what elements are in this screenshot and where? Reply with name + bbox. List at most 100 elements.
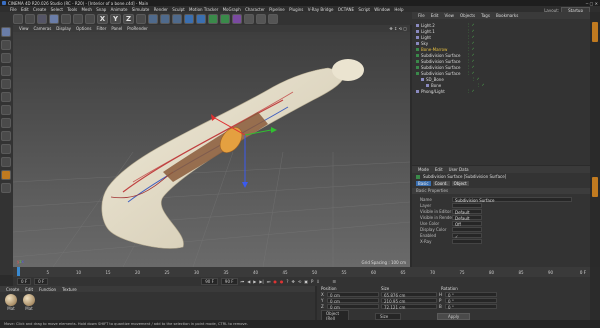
end-frame-field[interactable]: 90 F [201, 278, 218, 285]
next-key-icon[interactable]: ▶| [259, 279, 263, 284]
attribute-field-value[interactable]: ✓ [452, 232, 482, 239]
viewport-menu-item[interactable]: ProRender [127, 26, 148, 31]
coordinate-system-icon[interactable] [136, 13, 146, 24]
attribute-field-value[interactable]: Default [452, 208, 482, 215]
quantize-icon[interactable] [1, 157, 11, 167]
coords-position-field[interactable]: 0 cm [327, 291, 379, 298]
rotation-key-icon[interactable]: ⟲ [298, 279, 301, 284]
viewport-menu-item[interactable]: Filter [96, 26, 106, 31]
model-mode-icon[interactable] [1, 40, 11, 50]
material-menu-item[interactable]: Texture [62, 287, 77, 292]
menu-item[interactable]: Edit [21, 7, 29, 12]
menu-item[interactable]: MoGraph [223, 7, 241, 12]
apply-button[interactable]: Apply [437, 312, 471, 320]
object-manager-tab[interactable]: Tags [481, 13, 490, 18]
current-frame-field[interactable]: 0 F [34, 278, 49, 285]
visibility-dots-icon[interactable]: ⋮ ✓ [467, 35, 475, 39]
attribute-tab[interactable]: User Data [449, 167, 469, 172]
redo-icon[interactable] [25, 13, 35, 24]
attribute-subtab[interactable]: Basic [416, 180, 431, 186]
coords-position-field[interactable]: 0 cm [327, 297, 379, 304]
menu-item[interactable]: Animate [111, 7, 128, 12]
visibility-dots-icon[interactable]: ⋮ ✓ [472, 77, 480, 81]
playhead[interactable] [17, 267, 20, 276]
attribute-field-value[interactable] [452, 202, 482, 208]
cube-icon[interactable] [184, 13, 194, 24]
menu-item[interactable]: OCTANE [338, 7, 354, 12]
snap-icon[interactable] [1, 144, 11, 154]
viewport[interactable]: View Cameras Display Options Filter Panel ProR… [13, 25, 410, 267]
timeline-menu-icon[interactable]: ☰ [332, 279, 336, 284]
attribute-subtab[interactable]: Coord. [432, 180, 450, 186]
goto-end-icon[interactable]: ⏭ [267, 279, 271, 284]
object-manager-tab[interactable]: Objects [460, 13, 475, 18]
pla-key-icon[interactable]: ⠿ [316, 279, 319, 284]
live-select-icon[interactable] [37, 13, 47, 24]
menu-item[interactable]: Plugins [289, 7, 303, 12]
menu-item[interactable]: Window [374, 7, 390, 12]
attribute-field-value[interactable]: Off [452, 220, 482, 227]
menu-item[interactable]: Motion Tracker [189, 7, 218, 12]
attribute-field-value[interactable]: Subdivision Surface [452, 196, 572, 203]
menu-item[interactable]: Character [245, 7, 265, 12]
visibility-dots-icon[interactable]: ⋮ ✓ [467, 65, 475, 69]
menu-item[interactable]: Simulate [132, 7, 150, 12]
recent-tools-icon[interactable] [85, 13, 95, 24]
viewport-menu-item[interactable]: Cameras [34, 26, 52, 31]
window-controls[interactable]: ─ ▢ ✕ [586, 1, 598, 6]
object-manager-tab[interactable]: Bookmarks [496, 13, 518, 18]
edges-mode-icon[interactable] [1, 92, 11, 102]
coords-rotation-field[interactable]: 0 ° [445, 297, 497, 304]
material-menu-item[interactable]: Function [39, 287, 56, 292]
viewport-nav-icons[interactable]: ✥ ↕ ⟲ ▢ [389, 26, 407, 31]
end-frame-field-2[interactable]: 90 F [220, 278, 238, 285]
coords-rotation-field[interactable]: 0 ° [445, 303, 497, 310]
menu-item[interactable]: Help [394, 7, 403, 12]
visibility-dots-icon[interactable]: ⋮ ✓ [467, 89, 475, 93]
material-swatch[interactable]: Mat [4, 294, 18, 311]
menu-item[interactable]: Script [358, 7, 370, 12]
texture-mode-icon[interactable] [1, 53, 11, 63]
menu-item[interactable]: Snap [96, 7, 106, 12]
visibility-dots-icon[interactable]: ⋮ ✓ [467, 23, 475, 27]
record-icon[interactable]: ● [273, 279, 277, 284]
solo-icon[interactable] [1, 170, 11, 180]
pen-icon[interactable] [196, 13, 206, 24]
menu-item[interactable]: Mesh [81, 7, 92, 12]
rotate-tool-icon[interactable] [73, 13, 83, 24]
attribute-field-value[interactable] [452, 226, 482, 232]
menu-item[interactable]: File [10, 7, 17, 12]
scale-key-icon[interactable]: ▣ [304, 279, 308, 284]
render-view-icon[interactable] [148, 13, 158, 24]
make-editable-icon[interactable] [1, 27, 11, 37]
coords-rotation-field[interactable]: 0 ° [445, 291, 497, 298]
polygons-mode-icon[interactable] [1, 105, 11, 115]
attribute-subtab[interactable]: Object [451, 180, 469, 186]
undo-icon[interactable] [13, 13, 23, 24]
attribute-tab[interactable]: Mode [418, 167, 429, 172]
param-key-icon[interactable]: P [311, 279, 313, 284]
tweak-mode-icon[interactable] [1, 131, 11, 141]
axis-y-button[interactable]: Y [110, 13, 121, 24]
visibility-dots-icon[interactable]: ⋮ ✓ [467, 59, 475, 63]
material-menu-item[interactable]: Edit [25, 287, 33, 292]
floor-icon[interactable] [244, 13, 254, 24]
keyframe-selection-icon[interactable]: ? [286, 279, 288, 284]
visibility-dots-icon[interactable]: ⋮ ✓ [477, 83, 485, 87]
goto-start-icon[interactable]: ⏮ [241, 279, 245, 284]
render-picture-viewer-icon[interactable] [160, 13, 170, 24]
move-tool-icon[interactable] [49, 13, 59, 24]
bend-icon[interactable] [232, 13, 242, 24]
menu-item[interactable]: Select [51, 7, 63, 12]
axis-x-button[interactable]: X [97, 13, 108, 24]
visibility-dots-icon[interactable]: ⋮ ✓ [467, 53, 475, 57]
attribute-field-value[interactable] [452, 238, 482, 244]
visibility-dots-icon[interactable]: ⋮ ✓ [467, 29, 475, 33]
menu-item[interactable]: Sculpt [172, 7, 185, 12]
viewport-menu-item[interactable]: Options [76, 26, 91, 31]
coords-size-field[interactable]: 65.876 cm [381, 291, 437, 298]
menu-item[interactable]: Create [33, 7, 46, 12]
array-icon[interactable] [220, 13, 230, 24]
light-icon[interactable] [268, 13, 278, 24]
start-frame-field[interactable]: 0 F [17, 278, 32, 285]
